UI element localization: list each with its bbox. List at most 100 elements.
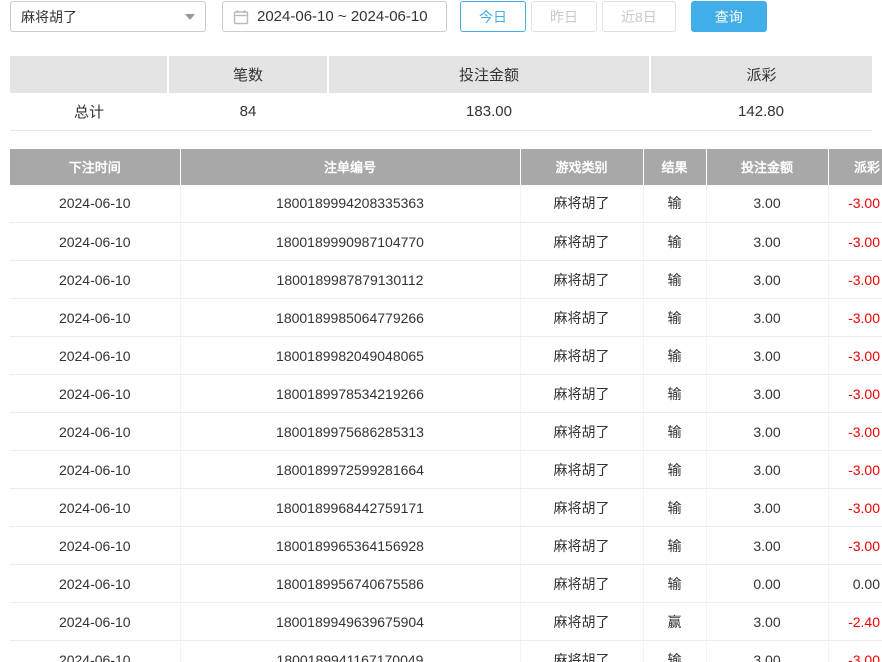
cell-bet: 3.00 <box>706 641 828 662</box>
table-row: 2024-06-101800189956740675586麻将胡了输0.000.… <box>10 565 882 603</box>
summary-total-label: 总计 <box>10 93 168 130</box>
cell-time: 2024-06-10 <box>10 299 180 337</box>
query-button[interactable]: 查询 <box>691 1 767 32</box>
cell-id: 1800189949639675904 <box>180 603 520 641</box>
table-row: 2024-06-101800189985064779266麻将胡了输3.00-3… <box>10 299 882 337</box>
cell-payout: -3.00 <box>828 641 882 662</box>
summary-header-row: 笔数 投注金额 派彩 <box>10 56 872 93</box>
cell-bet: 3.00 <box>706 451 828 489</box>
summary-total-row: 总计 84 183.00 142.80 <box>10 93 872 130</box>
cell-result: 输 <box>643 413 706 451</box>
table-row: 2024-06-101800189978534219266麻将胡了输3.00-3… <box>10 375 882 413</box>
header-payout: 派彩 <box>828 149 882 185</box>
cell-id: 1800189956740675586 <box>180 565 520 603</box>
cell-payout: -3.00 <box>828 185 882 223</box>
today-button[interactable]: 今日 <box>460 1 526 32</box>
calendar-icon <box>233 9 249 25</box>
table-row: 2024-06-101800189982049048065麻将胡了输3.00-3… <box>10 337 882 375</box>
table-row: 2024-06-101800189965364156928麻将胡了输3.00-3… <box>10 527 882 565</box>
cell-bet: 3.00 <box>706 413 828 451</box>
summary-header-empty <box>10 56 168 93</box>
cell-result: 输 <box>643 565 706 603</box>
cell-game: 麻将胡了 <box>520 299 643 337</box>
cell-result: 输 <box>643 261 706 299</box>
cell-result: 输 <box>643 489 706 527</box>
table-row: 2024-06-101800189941167170049麻将胡了输3.00-3… <box>10 641 882 662</box>
chevron-down-icon <box>185 14 195 20</box>
bet-table-header-row: 下注时间 注单编号 游戏类别 结果 投注金额 派彩 <box>10 149 882 185</box>
cell-id: 1800189990987104770 <box>180 223 520 261</box>
cell-id: 1800189985064779266 <box>180 299 520 337</box>
cell-id: 1800189982049048065 <box>180 337 520 375</box>
table-row: 2024-06-101800189975686285313麻将胡了输3.00-3… <box>10 413 882 451</box>
date-range-value: 2024-06-10 ~ 2024-06-10 <box>257 8 428 25</box>
summary-header-count: 笔数 <box>168 56 328 93</box>
cell-time: 2024-06-10 <box>10 527 180 565</box>
cell-time: 2024-06-10 <box>10 185 180 223</box>
filter-bar: 麻将胡了 2024-06-10 ~ 2024-06-10 今日 昨日 近8日 查… <box>10 1 882 32</box>
summary-header-payout: 派彩 <box>650 56 872 93</box>
header-bet-amount: 投注金额 <box>706 149 828 185</box>
bet-table-container: 下注时间 注单编号 游戏类别 结果 投注金额 派彩 2024-06-101800… <box>10 149 882 662</box>
last8days-button[interactable]: 近8日 <box>602 1 676 32</box>
cell-id: 1800189968442759171 <box>180 489 520 527</box>
cell-result: 输 <box>643 223 706 261</box>
cell-game: 麻将胡了 <box>520 489 643 527</box>
bet-table-body: 2024-06-101800189994208335363麻将胡了输3.00-3… <box>10 185 882 662</box>
cell-game: 麻将胡了 <box>520 375 643 413</box>
summary-table: 笔数 投注金额 派彩 总计 84 183.00 142.80 <box>10 56 872 131</box>
cell-game: 麻将胡了 <box>520 565 643 603</box>
cell-game: 麻将胡了 <box>520 185 643 223</box>
summary-total-count: 84 <box>168 93 328 130</box>
summary-total-bet-amount: 183.00 <box>328 93 650 130</box>
cell-game: 麻将胡了 <box>520 641 643 662</box>
cell-game: 麻将胡了 <box>520 413 643 451</box>
cell-bet: 0.00 <box>706 565 828 603</box>
cell-time: 2024-06-10 <box>10 489 180 527</box>
cell-result: 输 <box>643 641 706 662</box>
cell-game: 麻将胡了 <box>520 451 643 489</box>
table-row: 2024-06-101800189968442759171麻将胡了输3.00-3… <box>10 489 882 527</box>
cell-bet: 3.00 <box>706 261 828 299</box>
cell-id: 1800189972599281664 <box>180 451 520 489</box>
cell-time: 2024-06-10 <box>10 603 180 641</box>
summary-total-payout: 142.80 <box>650 93 872 130</box>
cell-game: 麻将胡了 <box>520 337 643 375</box>
cell-bet: 3.00 <box>706 375 828 413</box>
cell-bet: 3.00 <box>706 185 828 223</box>
cell-bet: 3.00 <box>706 299 828 337</box>
cell-id: 1800189941167170049 <box>180 641 520 662</box>
cell-payout: -3.00 <box>828 299 882 337</box>
cell-bet: 3.00 <box>706 527 828 565</box>
cell-time: 2024-06-10 <box>10 223 180 261</box>
date-range-input[interactable]: 2024-06-10 ~ 2024-06-10 <box>222 1 447 32</box>
cell-payout: -3.00 <box>828 261 882 299</box>
cell-payout: -3.00 <box>828 375 882 413</box>
game-select-value: 麻将胡了 <box>21 7 77 27</box>
cell-time: 2024-06-10 <box>10 413 180 451</box>
cell-id: 1800189978534219266 <box>180 375 520 413</box>
cell-payout: -3.00 <box>828 223 882 261</box>
cell-time: 2024-06-10 <box>10 451 180 489</box>
cell-payout: -3.00 <box>828 527 882 565</box>
cell-time: 2024-06-10 <box>10 565 180 603</box>
table-row: 2024-06-101800189990987104770麻将胡了输3.00-3… <box>10 223 882 261</box>
header-bet-id: 注单编号 <box>180 149 520 185</box>
header-game-category: 游戏类别 <box>520 149 643 185</box>
header-bet-time: 下注时间 <box>10 149 180 185</box>
cell-result: 输 <box>643 527 706 565</box>
cell-id: 1800189975686285313 <box>180 413 520 451</box>
cell-time: 2024-06-10 <box>10 375 180 413</box>
cell-game: 麻将胡了 <box>520 223 643 261</box>
cell-bet: 3.00 <box>706 603 828 641</box>
cell-result: 输 <box>643 337 706 375</box>
header-result: 结果 <box>643 149 706 185</box>
cell-payout: -2.40 <box>828 603 882 641</box>
cell-payout: 0.00 <box>828 565 882 603</box>
game-select[interactable]: 麻将胡了 <box>10 1 206 32</box>
yesterday-button[interactable]: 昨日 <box>531 1 597 32</box>
cell-result: 输 <box>643 451 706 489</box>
cell-time: 2024-06-10 <box>10 641 180 662</box>
cell-payout: -3.00 <box>828 337 882 375</box>
cell-game: 麻将胡了 <box>520 603 643 641</box>
